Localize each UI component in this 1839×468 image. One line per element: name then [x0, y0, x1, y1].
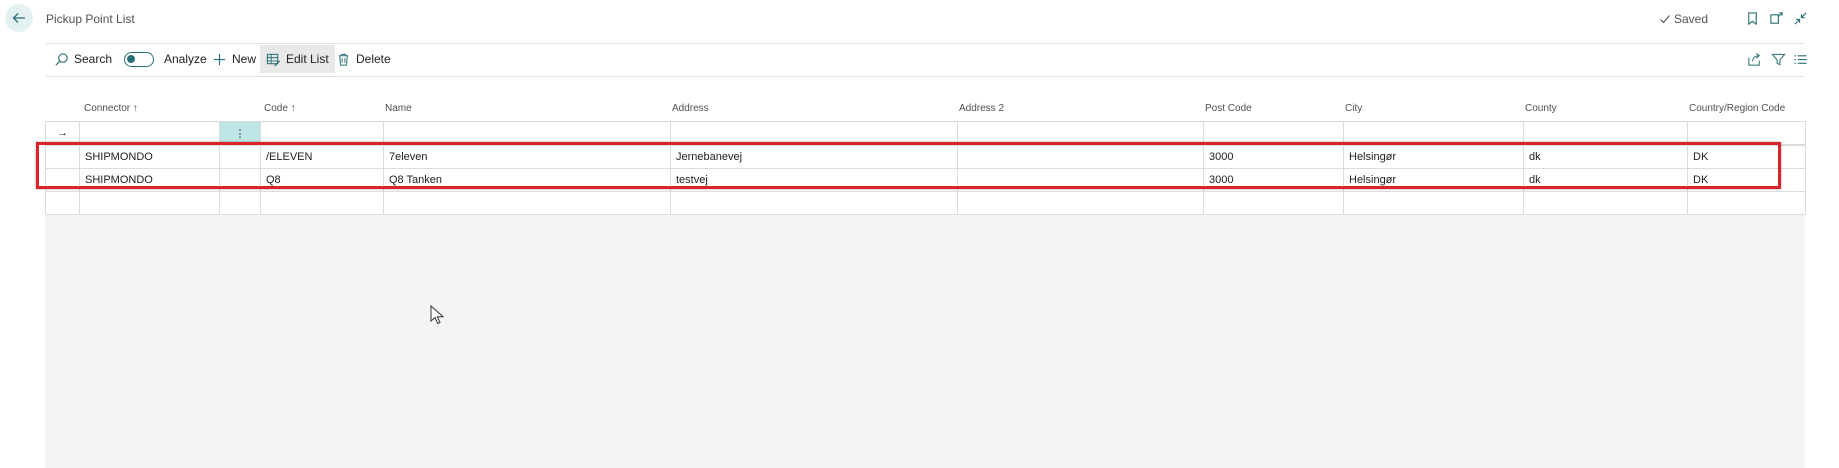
data-table: → ⋮ SHIPMONDO /ELEVEN 7eleven Jernebanev…	[45, 121, 1806, 215]
cell[interactable]	[1523, 191, 1688, 215]
edit-list-button[interactable]: Edit List	[260, 45, 335, 73]
delete-label: Delete	[356, 52, 391, 66]
cell-name[interactable]: Q8 Tanken	[383, 168, 671, 192]
saved-label: Saved	[1674, 12, 1709, 26]
search-icon	[55, 52, 68, 66]
bookmark-icon	[1747, 11, 1757, 25]
cell[interactable]	[79, 121, 220, 145]
row-actions-cell[interactable]	[219, 168, 261, 192]
row-selector[interactable]	[45, 145, 80, 169]
cell[interactable]	[383, 121, 671, 145]
cell[interactable]	[1203, 191, 1344, 215]
cell[interactable]	[1203, 121, 1344, 145]
cell-city[interactable]: Helsingør	[1343, 145, 1524, 169]
table-row[interactable]: SHIPMONDO Q8 Q8 Tanken testvej 3000 Hels…	[45, 168, 1806, 192]
edit-list-label: Edit List	[286, 52, 329, 66]
cell[interactable]	[670, 121, 958, 145]
delete-button[interactable]: Delete	[330, 45, 397, 73]
cell[interactable]	[1343, 191, 1524, 215]
empty-row[interactable]	[45, 191, 1806, 215]
collapse-button[interactable]	[1792, 10, 1808, 26]
column-header-city[interactable]: City	[1345, 103, 1362, 114]
cell-connector[interactable]: SHIPMONDO	[79, 168, 220, 192]
page-title: Pickup Point List	[46, 12, 135, 26]
cell-county[interactable]: dk	[1523, 168, 1688, 192]
cell[interactable]	[670, 191, 958, 215]
cell-country-region-code[interactable]: DK	[1687, 168, 1806, 192]
row-actions-cell[interactable]	[219, 145, 261, 169]
new-button[interactable]: New	[206, 45, 262, 73]
action-bar: Search Analyze New Edit List Delete	[46, 45, 1807, 75]
toggle-switch[interactable]	[124, 51, 154, 67]
cell[interactable]	[260, 121, 384, 145]
cell-city[interactable]: Helsingør	[1343, 168, 1524, 192]
table-row[interactable]: SHIPMONDO /ELEVEN 7eleven Jernebanevej 3…	[45, 145, 1806, 169]
share-button[interactable]	[1746, 51, 1762, 67]
row-indicator-arrow-icon: →	[45, 121, 80, 145]
open-in-new-window-icon	[1769, 11, 1783, 24]
cell[interactable]	[79, 191, 220, 215]
filter-button[interactable]	[1770, 51, 1786, 67]
cell-post-code[interactable]: 3000	[1203, 168, 1344, 192]
cell-county[interactable]: dk	[1523, 145, 1688, 169]
checkmark-icon	[1660, 15, 1670, 24]
search-button[interactable]: Search	[48, 45, 118, 73]
cell[interactable]	[219, 191, 261, 215]
column-header-code[interactable]: Code ↑	[264, 103, 296, 114]
row-selector[interactable]	[45, 168, 80, 192]
cell-post-code[interactable]: 3000	[1203, 145, 1344, 169]
mouse-cursor-icon	[430, 305, 444, 325]
column-header-name[interactable]: Name	[385, 103, 412, 114]
search-label: Search	[74, 52, 113, 66]
cell-address-2[interactable]	[957, 168, 1204, 192]
arrow-left-icon	[12, 13, 25, 23]
cell[interactable]	[957, 121, 1204, 145]
cell-address-2[interactable]	[957, 145, 1204, 169]
column-header-address[interactable]: Address	[672, 103, 709, 114]
collapse-icon	[1793, 11, 1807, 25]
column-header-post-code[interactable]: Post Code	[1205, 103, 1252, 114]
cell-connector[interactable]: SHIPMONDO	[79, 145, 220, 169]
cell[interactable]	[1687, 121, 1806, 145]
back-button[interactable]	[5, 4, 33, 32]
list-view-button[interactable]	[1792, 51, 1808, 67]
column-header-address-2[interactable]: Address 2	[959, 103, 1004, 114]
edit-list-icon	[266, 53, 281, 66]
row-actions-menu[interactable]: ⋮	[219, 121, 261, 145]
open-in-new-window-button[interactable]	[1768, 10, 1784, 26]
list-view-icon	[1793, 54, 1807, 64]
cell-name[interactable]: 7eleven	[383, 145, 671, 169]
cell-code[interactable]: /ELEVEN	[260, 145, 384, 169]
column-header-county[interactable]: County	[1525, 103, 1557, 114]
column-header-connector[interactable]: Connector ↑	[84, 103, 138, 114]
top-bar: Pickup Point List Saved	[0, 0, 1839, 40]
cell[interactable]	[45, 191, 80, 215]
column-header-country-region-code[interactable]: Country/Region Code	[1689, 103, 1785, 114]
saved-status: Saved	[1659, 12, 1708, 26]
cell[interactable]	[957, 191, 1204, 215]
cell[interactable]	[383, 191, 671, 215]
share-icon	[1747, 52, 1760, 66]
cell[interactable]	[1343, 121, 1524, 145]
cell[interactable]	[1687, 191, 1806, 215]
cell[interactable]	[260, 191, 384, 215]
cell-code[interactable]: Q8	[260, 168, 384, 192]
trash-icon	[338, 53, 349, 66]
filter-icon	[1770, 53, 1786, 65]
pickup-point-grid: Connector ↑ Code ↑ Name Address Address …	[45, 95, 1806, 468]
analyze-toggle[interactable]: Analyze	[118, 45, 213, 73]
divider	[46, 76, 1804, 77]
new-row[interactable]: → ⋮	[45, 121, 1806, 145]
divider	[46, 43, 1804, 44]
cell-address[interactable]: testvej	[670, 168, 958, 192]
new-label: New	[232, 52, 257, 66]
grid-empty-area	[45, 212, 1805, 468]
cell[interactable]	[1523, 121, 1688, 145]
cell-address[interactable]: Jernebanevej	[670, 145, 958, 169]
cell-country-region-code[interactable]: DK	[1687, 145, 1806, 169]
analyze-label: Analyze	[164, 52, 207, 66]
bookmark-button[interactable]	[1744, 10, 1760, 26]
plus-icon	[213, 53, 226, 65]
